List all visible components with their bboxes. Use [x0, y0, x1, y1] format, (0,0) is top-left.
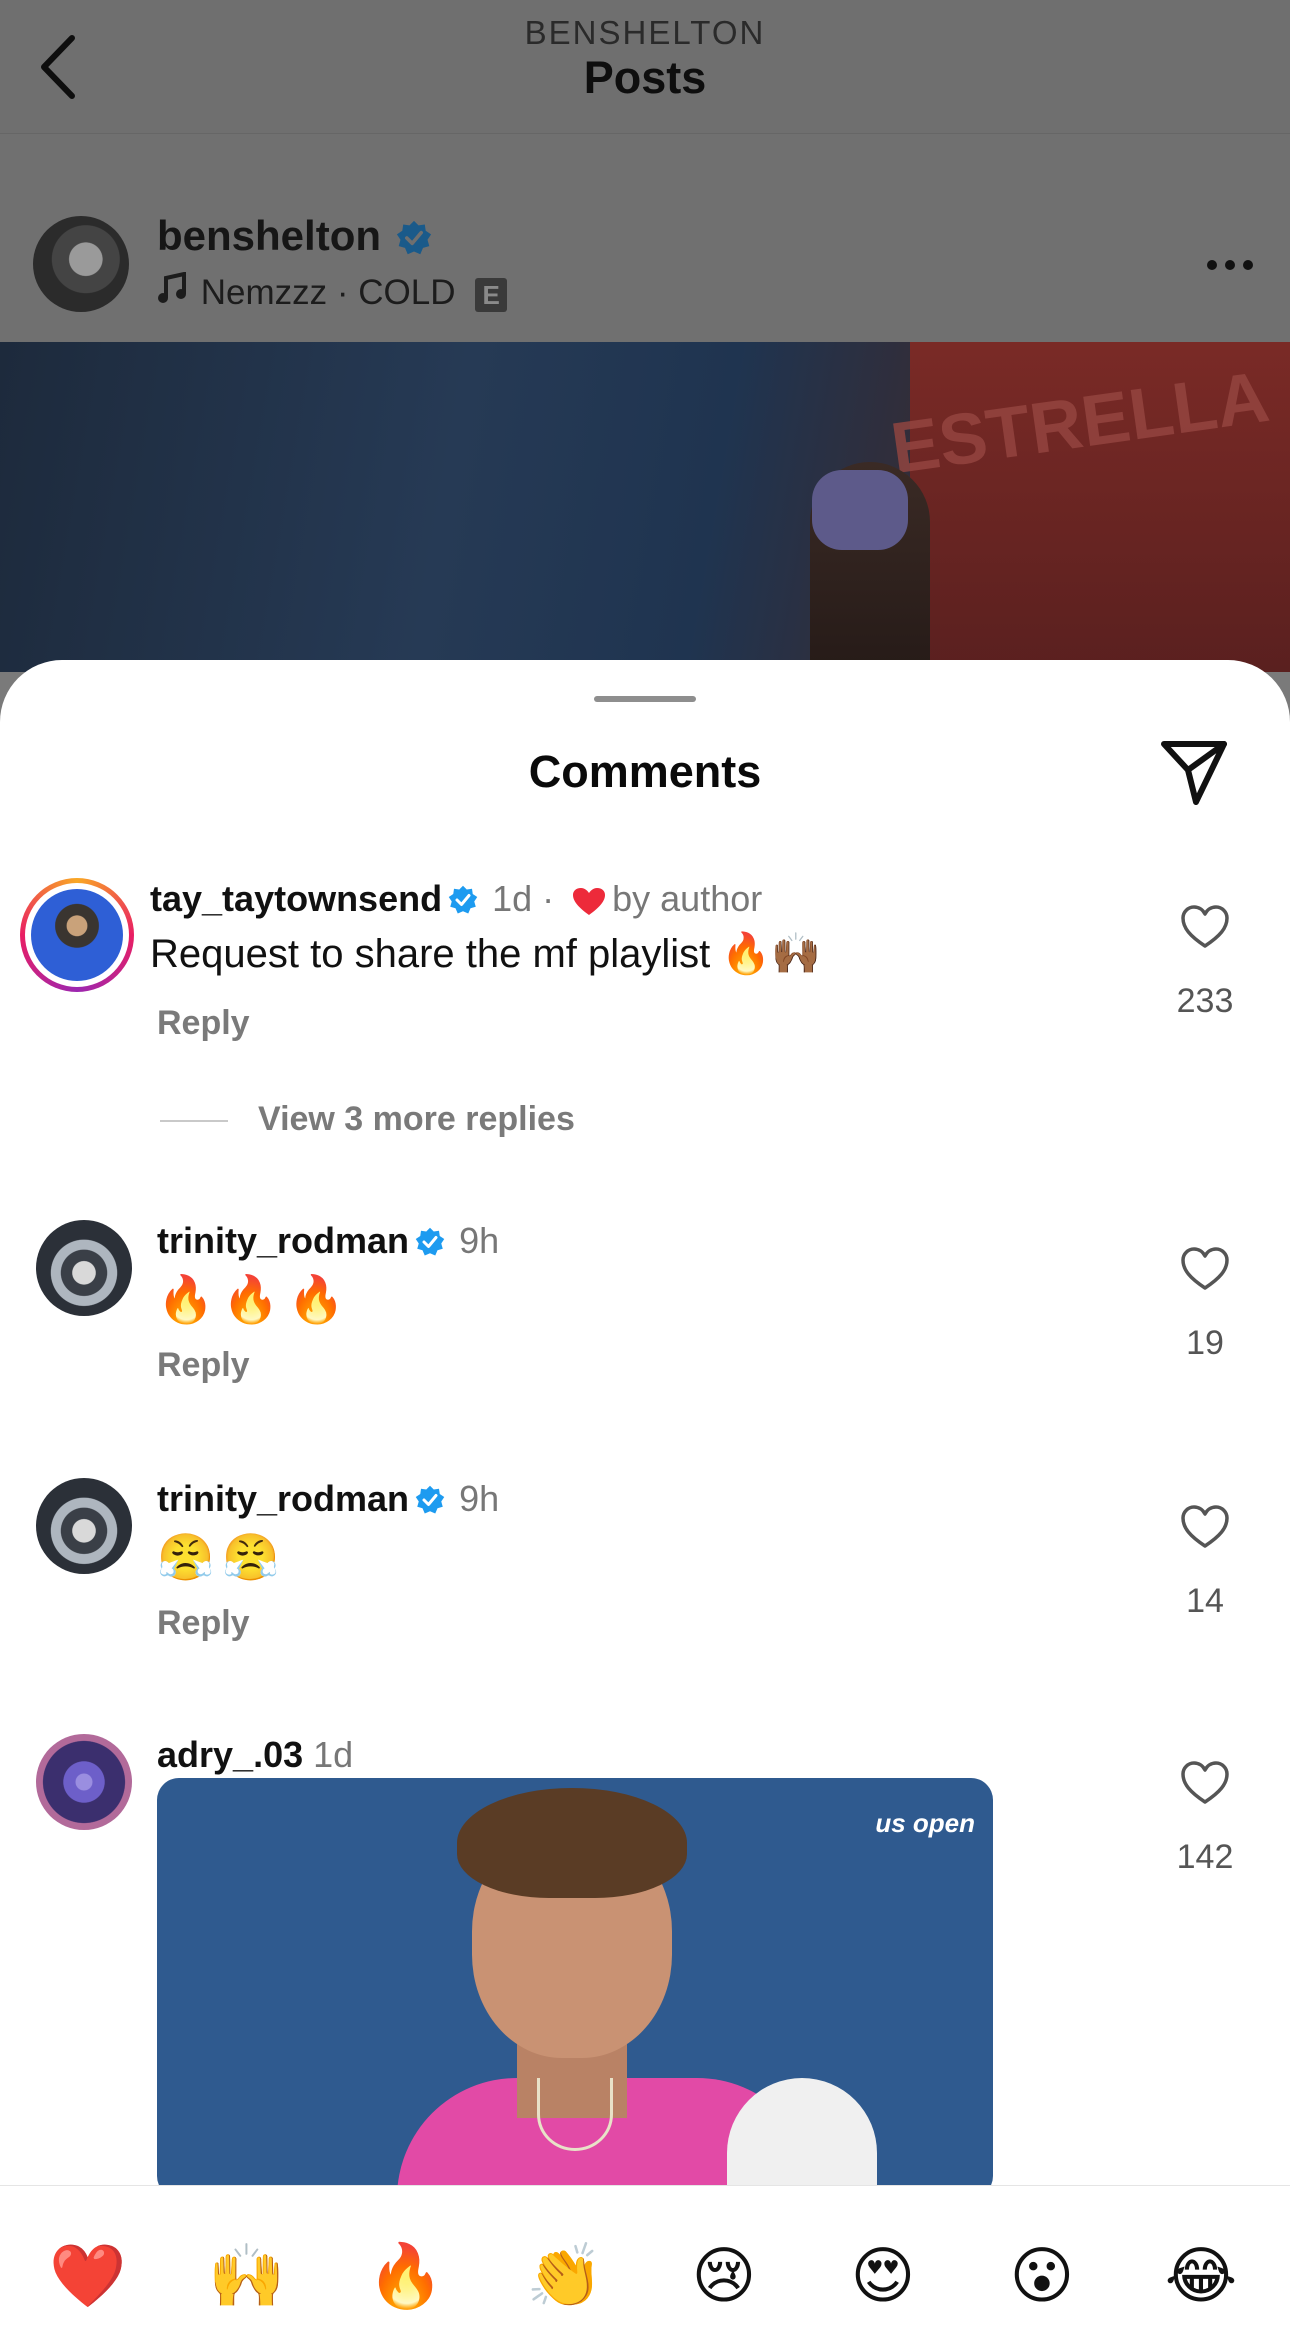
comment-item: tay_taytownsend 1d · by author Request t…: [0, 878, 1290, 1078]
reaction-laughing[interactable]: 😂: [1161, 2236, 1241, 2316]
verified-badge-icon: [415, 1224, 445, 1266]
heart-outline-icon: [1181, 1247, 1229, 1290]
reaction-crying[interactable]: 😢: [684, 2236, 764, 2316]
comment-time: 9h: [459, 1478, 500, 1519]
verified-badge-icon: [415, 1482, 445, 1524]
send-icon: [1161, 741, 1227, 805]
comment-item: trinity_rodman 9h 🔥🔥🔥 Reply 19: [0, 1220, 1290, 1420]
quick-reactions-bar: ❤️ 🙌 🔥 👏 😢 😍 😮 😂: [0, 2185, 1290, 2338]
comment-item: trinity_rodman 9h 😤😤 Reply 14: [0, 1478, 1290, 1678]
liked-by-author-label: by author: [612, 878, 763, 919]
comment-text: 😤😤: [157, 1530, 288, 1584]
like-count: 142: [1176, 1838, 1234, 1876]
music-note-icon: [157, 271, 191, 313]
comment-gif[interactable]: us open: [157, 1778, 993, 2198]
comment-meta: adry_.03 1d: [157, 1734, 353, 1776]
page-title: Posts: [583, 52, 707, 103]
comment-username[interactable]: adry_.03: [157, 1734, 303, 1775]
heart-outline-icon: [1181, 1761, 1229, 1804]
comments-title: Comments: [528, 746, 762, 797]
top-bar: BENSHELTON Posts: [0, 0, 1290, 134]
comment-item: adry_.03 1d us open 142: [0, 1734, 1290, 2234]
comment-meta: tay_taytownsend 1d · by author: [150, 878, 762, 926]
reaction-heart-eyes[interactable]: 😍: [843, 2236, 923, 2316]
gif-logo: us open: [875, 1808, 975, 1838]
like-button[interactable]: [1180, 1246, 1230, 1292]
reply-button[interactable]: Reply: [157, 1346, 250, 1385]
post-username[interactable]: benshelton: [157, 212, 381, 260]
like-button[interactable]: [1180, 1504, 1230, 1550]
comment-username[interactable]: trinity_rodman: [157, 1478, 409, 1519]
account-name: BENSHELTON: [524, 14, 766, 51]
replies-divider: [160, 1120, 228, 1123]
like-count: 19: [1186, 1324, 1224, 1362]
heart-outline-icon: [1181, 1505, 1229, 1548]
post-header: benshelton Nemzzz · COLD E: [0, 134, 1290, 342]
reply-button[interactable]: Reply: [157, 1604, 250, 1643]
verified-badge-icon: [448, 882, 478, 924]
comment-meta: trinity_rodman 9h: [157, 1220, 499, 1266]
post-avatar[interactable]: [33, 216, 129, 312]
comment-text: 🔥🔥🔥: [157, 1272, 353, 1326]
post-image[interactable]: ESTRELLA: [0, 342, 1290, 672]
comment-avatar[interactable]: [20, 878, 134, 992]
comment-emojis: 🔥🙌🏾: [721, 931, 822, 977]
comment-username[interactable]: tay_taytownsend: [150, 878, 442, 919]
reaction-fire[interactable]: 🔥: [366, 2236, 446, 2316]
comment-username[interactable]: trinity_rodman: [157, 1220, 409, 1261]
view-more-replies[interactable]: View 3 more replies: [160, 1100, 575, 1139]
like-count: 14: [1186, 1582, 1224, 1620]
comments-sheet: Comments tay_taytownsend 1d · by author …: [0, 660, 1290, 2337]
verified-badge-icon: [396, 220, 432, 255]
post-music[interactable]: Nemzzz · COLD E: [157, 271, 508, 313]
comment-avatar[interactable]: [36, 1478, 132, 1574]
comment-avatar[interactable]: [36, 1220, 132, 1316]
explicit-badge: E: [475, 277, 508, 312]
comment-time: 1d: [492, 878, 533, 919]
more-horizontal-icon: [1207, 260, 1253, 270]
comment-avatar[interactable]: [36, 1734, 132, 1830]
reaction-clap[interactable]: 👏: [525, 2236, 605, 2316]
heart-outline-icon: [1181, 905, 1229, 948]
comment-text: Request to share the mf playlist 🔥🙌🏾: [150, 931, 822, 977]
like-button[interactable]: [1180, 1760, 1230, 1806]
reaction-heart[interactable]: ❤️: [48, 2236, 128, 2316]
music-label: Nemzzz · COLD: [200, 273, 456, 312]
like-button[interactable]: [1180, 904, 1230, 950]
sheet-drag-handle[interactable]: [594, 696, 696, 702]
like-count: 233: [1176, 982, 1234, 1020]
heart-filled-icon: [572, 884, 606, 926]
reaction-raised-hands[interactable]: 🙌: [207, 2236, 287, 2316]
comment-time: 9h: [459, 1220, 500, 1261]
comment-meta: trinity_rodman 9h: [157, 1478, 499, 1524]
post-image-wristband: [812, 470, 908, 550]
more-options-button[interactable]: [1202, 250, 1258, 280]
share-button[interactable]: [1158, 736, 1230, 808]
comment-time: 1d: [313, 1734, 354, 1775]
reply-button[interactable]: Reply: [157, 1004, 250, 1043]
reaction-surprised[interactable]: 😮: [1002, 2236, 1082, 2316]
